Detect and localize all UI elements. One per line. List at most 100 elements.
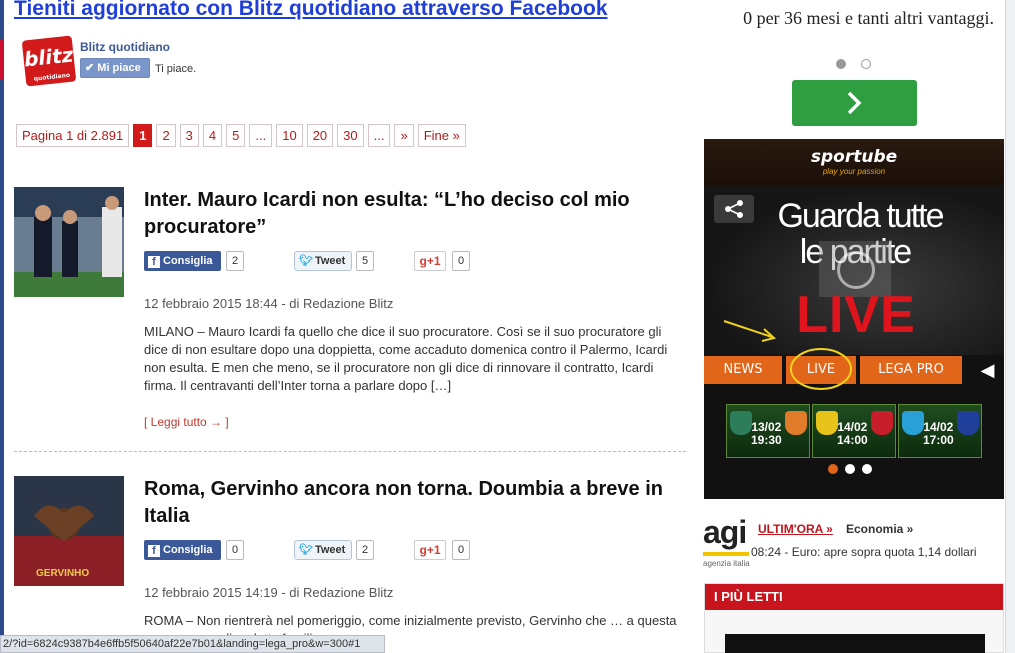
tweet-count: 5	[356, 251, 375, 271]
facebook-count: 2	[226, 251, 245, 271]
gplus-button[interactable]: g+1	[414, 251, 446, 271]
sportube-header: sportube play your passion	[704, 139, 1004, 185]
facebook-page-box: blitz quotidiano Blitz quotidiano ✔ Mi p…	[21, 35, 324, 88]
arrow-left-icon[interactable]: ◀	[971, 356, 1004, 384]
article-title[interactable]: Inter. Mauro Icardi non esulta: “L’ho de…	[144, 187, 684, 241]
carousel-dot[interactable]	[845, 464, 855, 474]
sidebar: 0 per 36 mesi e tanti altri vantaggi. sp…	[703, 0, 1004, 653]
blitz-logo[interactable]: blitz quotidiano	[21, 35, 77, 87]
next-page-link[interactable]: »	[394, 124, 414, 147]
tweet-label: Tweet	[314, 255, 346, 267]
carousel-dot[interactable]	[861, 59, 871, 69]
gplus-label: +1	[426, 254, 441, 268]
agi-logo[interactable]: agi	[703, 515, 747, 549]
page-link[interactable]: 5	[226, 124, 246, 147]
carousel-dot-active[interactable]	[836, 59, 846, 69]
tweet-button[interactable]: 🐦︎ Tweet	[294, 251, 352, 271]
main-column: Tieniti aggiornato con Blitz quotidiano …	[14, 0, 686, 653]
match-time: 17:00	[923, 433, 954, 447]
yellow-circle-annotation	[790, 348, 852, 390]
page-link[interactable]: 3	[179, 124, 199, 147]
page-link[interactable]: 20	[306, 124, 334, 147]
sportube-tagline: play your passion	[822, 167, 886, 176]
twitter-icon: 🐦︎	[299, 255, 313, 267]
tweet-label: Tweet	[314, 544, 346, 556]
facebook-like-button[interactable]: ✔ Mi piace	[80, 58, 150, 78]
facebook-recommend-button[interactable]: f Consiglia	[144, 251, 221, 271]
carousel-dot[interactable]	[862, 464, 872, 474]
agi-headline[interactable]: 08:24 - Euro: apre sopra quota 1,14 doll…	[751, 545, 976, 559]
share-row: f Consiglia 2 🐦︎ Tweet 5 g+1 0	[144, 251, 684, 271]
tweet-button[interactable]: 🐦︎ Tweet	[294, 540, 352, 560]
away-team-badge	[871, 411, 893, 435]
pagination-info: Pagina 1 di 2.891	[16, 124, 130, 147]
article-thumbnail[interactable]: GERVINHO	[14, 476, 124, 586]
page-link[interactable]: 10	[276, 124, 303, 147]
gplus-icon: g	[419, 543, 427, 557]
match-card[interactable]: 14/02 14:00	[812, 404, 896, 458]
page-link[interactable]: 2	[156, 124, 176, 147]
away-team-badge	[785, 411, 807, 435]
facebook-icon: f	[148, 256, 160, 268]
recommend-label: Consiglia	[163, 544, 213, 556]
gplus-count: 0	[452, 251, 471, 271]
agi-news-widget: agi agenzia italia ULTIM'ORA » Economia …	[703, 515, 1004, 570]
carousel-dots	[836, 56, 886, 69]
match-time: 14:00	[837, 433, 868, 447]
facebook-promo-link[interactable]: Tieniti aggiornato con Blitz quotidiano …	[14, 0, 608, 21]
match-datetime: 14/02 17:00	[923, 421, 954, 447]
gplus-icon: g	[419, 254, 427, 268]
article-excerpt: MILANO – Mauro Icardi fa quello che dice…	[144, 324, 668, 393]
facebook-icon: f	[148, 545, 160, 557]
yellow-arrow-annotation	[723, 320, 777, 342]
read-more-link[interactable]: [ Leggi tutto → ]	[144, 415, 229, 429]
match-card[interactable]: 14/02 17:00	[898, 404, 982, 458]
ultimora-link[interactable]: ULTIM'ORA »	[758, 522, 833, 536]
browser-status-url: 2/?id=6824c9387b4e6ffb5f50640af22e7b01&l…	[0, 635, 385, 653]
next-button[interactable]	[792, 80, 917, 126]
match-list: 13/02 19:30 14/02 14:00 14/02 17:00	[726, 404, 982, 458]
article-title[interactable]: Roma, Gervinho ancora non torna. Doumbia…	[144, 476, 684, 530]
recommend-label: Consiglia	[163, 255, 213, 267]
gplus-button[interactable]: g+1	[414, 540, 446, 560]
like-note: Ti piace.	[155, 63, 197, 75]
like-label: Mi piace	[97, 62, 141, 74]
match-card[interactable]: 13/02 19:30	[726, 404, 810, 458]
page-ellipsis: ...	[249, 124, 273, 147]
page-link[interactable]: 30	[337, 124, 364, 147]
twitter-icon: 🐦︎	[299, 544, 313, 556]
check-icon: ✔	[85, 62, 95, 74]
pagination: Pagina 1 di 2.891 1 2 3 4 5 ... 10 20 30…	[16, 124, 466, 147]
agi-logo-bar	[703, 552, 749, 556]
match-time: 19:30	[751, 433, 782, 447]
gplus-label: +1	[426, 543, 441, 557]
jersey-name: GERVINHO	[36, 568, 90, 579]
tab-lega-pro[interactable]: LEGA PRO	[860, 356, 962, 384]
sportube-video[interactable]: Guarda tutte le partite LIVE	[704, 185, 1004, 355]
economia-link[interactable]: Economia »	[846, 522, 913, 536]
promo-text: 0 per 36 mesi e tanti altri vantaggi.	[743, 8, 994, 28]
article-meta: 12 febbraio 2015 18:44 - di Redazione Bl…	[144, 296, 394, 311]
most-read-image[interactable]	[725, 634, 985, 653]
match-date: 14/02	[837, 420, 868, 434]
article-item: GERVINHO Roma, Gervinho ancora non torna…	[14, 476, 686, 653]
page-link-current[interactable]: 1	[133, 124, 153, 147]
away-team-badge	[957, 411, 979, 435]
facebook-recommend-button[interactable]: f Consiglia	[144, 540, 221, 560]
most-read-title: I PIÙ LETTI	[705, 584, 1003, 610]
carousel-dot-active[interactable]	[828, 464, 838, 474]
page-link[interactable]: 4	[202, 124, 223, 147]
sportube-widget[interactable]: sportube play your passion Guarda tutte …	[704, 139, 1004, 499]
facebook-page-name[interactable]: Blitz quotidiano	[80, 40, 170, 54]
play-icon[interactable]	[837, 251, 875, 289]
article-meta: 12 febbraio 2015 14:19 - di Redazione Bl…	[144, 585, 394, 600]
tab-news[interactable]: NEWS	[704, 356, 782, 384]
match-datetime: 14/02 14:00	[837, 421, 868, 447]
home-team-badge	[816, 411, 838, 435]
chevron-right-icon	[847, 91, 862, 115]
last-page-link[interactable]: Fine »	[417, 124, 466, 147]
sportube-tabs: NEWS LIVE LEGA PRO ◀	[704, 348, 1004, 390]
page-scrollbar[interactable]	[1005, 0, 1015, 653]
article-thumbnail[interactable]	[14, 187, 124, 297]
sportube-carousel-dots	[828, 461, 879, 479]
